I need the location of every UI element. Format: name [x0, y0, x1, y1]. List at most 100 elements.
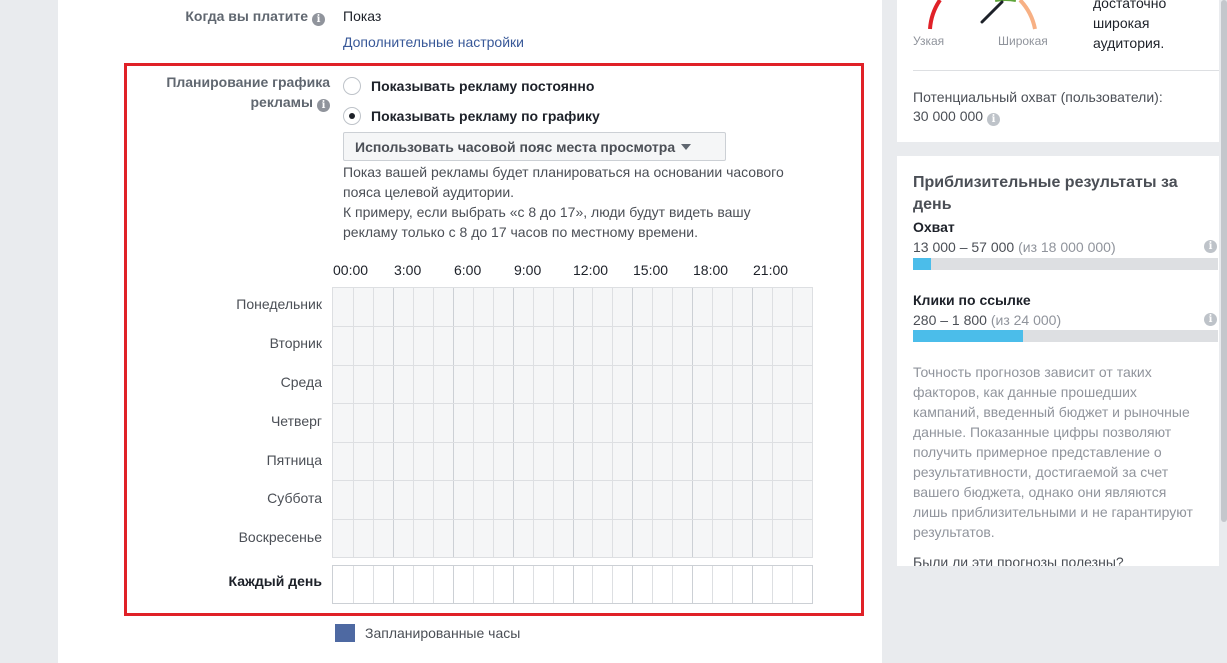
potential-reach: 30 000 000 i [913, 106, 1001, 126]
gauge-orange-segment [1018, 0, 1037, 30]
grid-hour-line [652, 288, 653, 557]
info-icon[interactable]: i [1204, 313, 1217, 326]
grid-hour-line [553, 288, 554, 557]
grid-hour-line [473, 566, 474, 603]
gauge-wide-label: Широкая [998, 34, 1048, 48]
grid-hour-line [353, 566, 354, 603]
grid-hour-line [772, 566, 773, 603]
grid-hour-line [732, 288, 733, 557]
clicks-bar-fill [913, 330, 1023, 342]
hour-label: 12:00 [573, 262, 609, 278]
radio-scheduled[interactable] [343, 107, 361, 125]
grid-hour-line [373, 566, 374, 603]
grid-hour-line [473, 288, 474, 557]
grid-hour-line [772, 288, 773, 557]
gauge-red-segment [928, 0, 942, 30]
clicks-range: 280 – 1 800 [913, 312, 987, 328]
grid-hour-line [692, 288, 693, 557]
grid-hour-line [453, 288, 454, 557]
day-label-tuesday: Вторник [269, 335, 322, 351]
grid-hour-line [393, 566, 394, 603]
radio-scheduled-row[interactable]: Показывать рекламу по графику [343, 107, 600, 125]
grid-day-line [333, 403, 812, 404]
info-icon[interactable]: i [317, 99, 330, 112]
grid-hour-line [612, 566, 613, 603]
disclaimer-line: результатов. [913, 524, 995, 540]
grid-hour-line [373, 288, 374, 557]
legend-label: Запланированные часы [365, 625, 521, 641]
every-day-grid[interactable] [332, 565, 813, 604]
audience-gauge [928, 0, 1037, 30]
day-label-monday: Понедельник [236, 296, 322, 312]
caret-down-icon [681, 143, 692, 150]
day-label-sunday: Воскресенье [238, 529, 322, 545]
grid-hour-line [413, 288, 414, 557]
audience-summary-line: аудитория. [1093, 35, 1165, 51]
reach-bar [913, 258, 1218, 270]
grid-hour-line [533, 566, 534, 603]
potential-reach-value: 30 000 000 [913, 108, 984, 124]
grid-hour-line [393, 288, 394, 557]
radio-scheduled-label: Показывать рекламу по графику [371, 108, 600, 124]
hour-label: 21:00 [753, 262, 789, 278]
scrollbar[interactable] [1221, 0, 1227, 522]
gauge-narrow-label: Узкая [913, 34, 945, 48]
description-line: пояса целевой аудитории. [343, 184, 515, 200]
grid-hour-line [652, 566, 653, 603]
estimates-title: Приблизительные результаты за день [913, 172, 1213, 216]
info-icon[interactable]: i [312, 13, 325, 26]
estimates-title-line: день [913, 196, 952, 213]
schedule-label-line1: Планирование графика [166, 74, 330, 90]
payment-label-text: Когда вы платите [185, 8, 308, 24]
disclaimer-line: данные. Показанные цифры позволяют [913, 424, 1172, 440]
info-icon[interactable]: i [987, 113, 1001, 126]
grid-hour-line [792, 566, 793, 603]
disclaimer-line: факторов, как данные прошедших [913, 384, 1137, 400]
grid-hour-line [433, 288, 434, 557]
feedback-link[interactable]: Были ли эти прогнозы полезны? [913, 552, 1124, 566]
grid-hour-line [692, 566, 693, 603]
disclaimer-line: кампаний, введенный бюджет и рыночные [913, 404, 1190, 420]
grid-hour-line [712, 288, 713, 557]
grid-hour-line [612, 288, 613, 557]
grid-hour-line [632, 288, 633, 557]
grid-day-line [333, 480, 812, 481]
radio-continuous-label: Показывать рекламу постоянно [371, 78, 595, 94]
grid-hour-line [732, 566, 733, 603]
grid-day-line [333, 326, 812, 327]
grid-hour-line [752, 288, 753, 557]
grid-hour-line [513, 566, 514, 603]
radio-continuous[interactable] [343, 77, 361, 95]
timezone-dropdown[interactable]: Использовать часовой пояс места просмотр… [343, 132, 726, 161]
timezone-dropdown-label: Использовать часовой пояс места просмотр… [355, 138, 676, 155]
schedule-label: Планирование графика рекламы i [140, 72, 330, 112]
grid-hour-line [752, 566, 753, 603]
grid-hour-line [712, 566, 713, 603]
estimates-title-line: Приблизительные результаты за [913, 174, 1178, 191]
grid-hour-line [573, 288, 574, 557]
radio-continuous-row[interactable]: Показывать рекламу постоянно [343, 77, 594, 95]
info-icon[interactable]: i [1204, 240, 1217, 253]
audience-summary: достаточно широкая аудитория. [1093, 0, 1166, 53]
grid-hour-line [672, 566, 673, 603]
grid-hour-line [672, 288, 673, 557]
reach-label: Охват [913, 219, 955, 235]
audience-summary-line: широкая [1093, 15, 1150, 31]
legend-swatch [335, 624, 355, 642]
grid-hour-line [592, 566, 593, 603]
grid-day-line [333, 442, 812, 443]
grid-hour-line [413, 566, 414, 603]
disclaimer-line: лишь приблизительными и не гарантируют [913, 504, 1193, 520]
grid-hour-line [592, 288, 593, 557]
clicks-total: (из 24 000) [990, 312, 1062, 328]
grid-hour-line [433, 566, 434, 603]
day-label-friday: Пятница [266, 452, 322, 468]
more-settings-link[interactable]: Дополнительные настройки [343, 32, 524, 52]
schedule-grid[interactable] [332, 287, 813, 558]
grid-hour-line [533, 288, 534, 557]
gauge-needle [980, 0, 1004, 24]
hour-label: 00:00 [333, 262, 369, 278]
grid-day-line [333, 519, 812, 520]
divider [913, 70, 1219, 71]
description-line: рекламу только с 8 до 17 часов по местно… [343, 224, 698, 240]
